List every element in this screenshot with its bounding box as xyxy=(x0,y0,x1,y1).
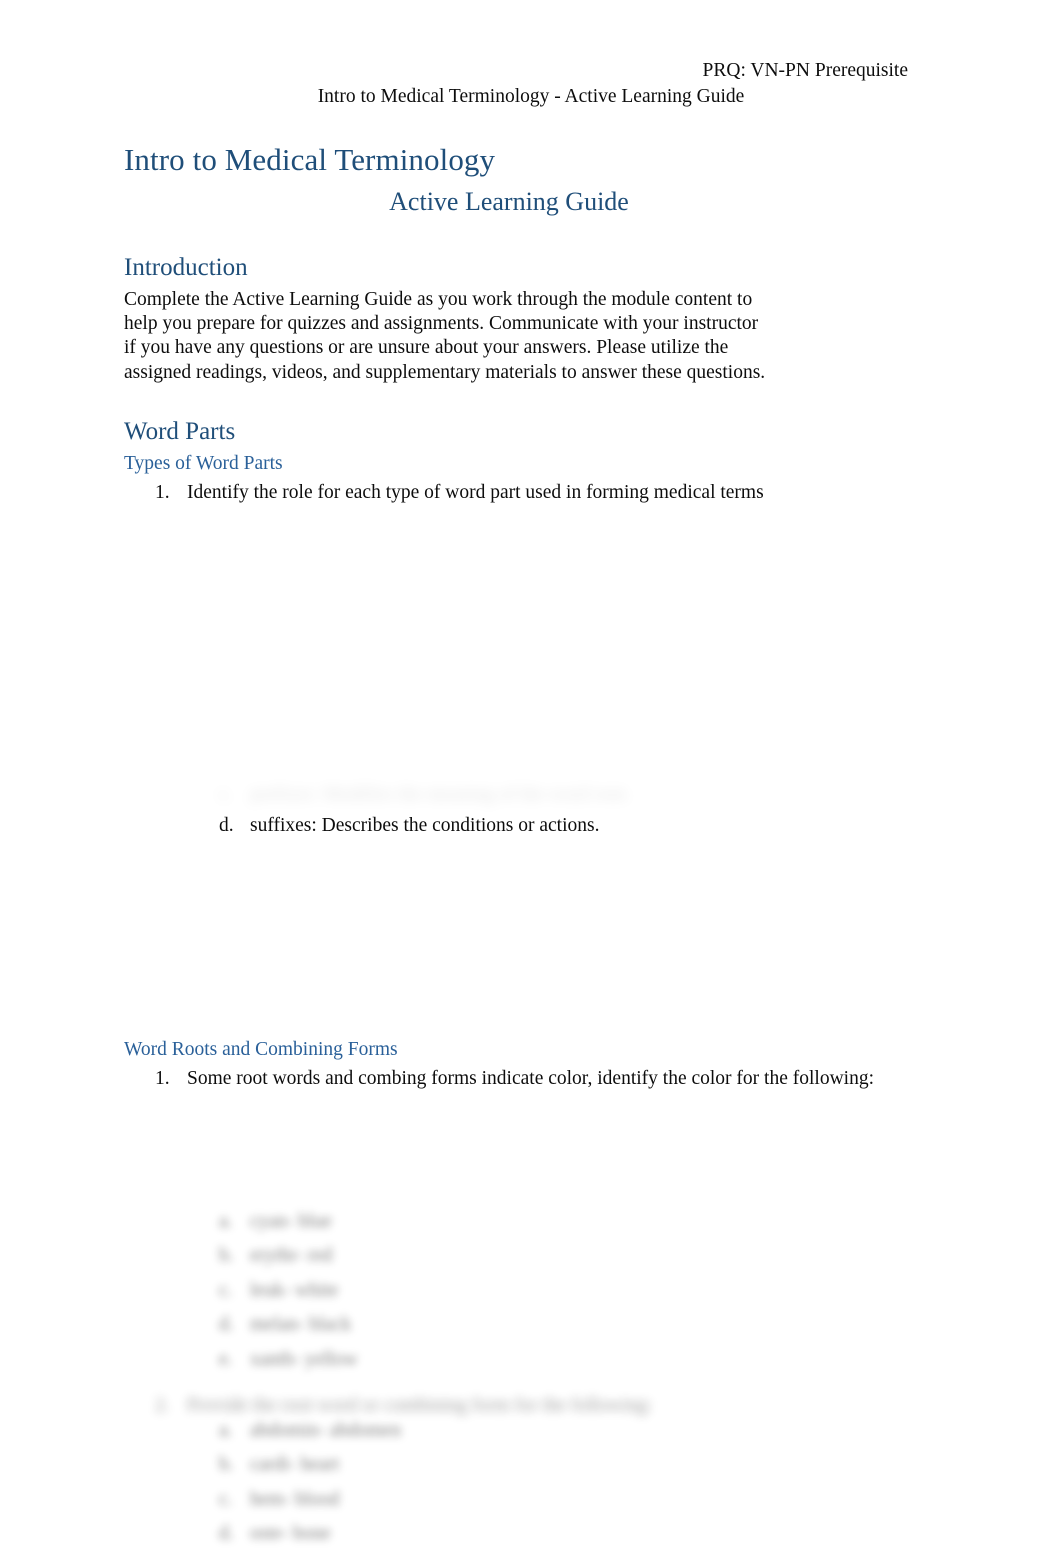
blurred-list-item: e. xanth- yellow xyxy=(124,1348,914,1373)
list-marker: b. xyxy=(219,1245,234,1267)
list-item-text: cyan- blue xyxy=(250,1210,332,1232)
section-heading-word-parts: Word Parts xyxy=(124,417,236,445)
list-marker: 1. xyxy=(155,1068,170,1090)
page-title: Intro to Medical Terminology xyxy=(124,142,496,177)
list-item-text: hem- blood xyxy=(250,1488,340,1510)
header-document-title: Intro to Medical Terminology - Active Le… xyxy=(317,86,745,107)
list-marker: b. xyxy=(219,1454,234,1476)
list-marker: c. xyxy=(219,784,233,806)
list-item-text: erythr- red xyxy=(250,1245,333,1267)
list-item: 1. Identify the role for each type of wo… xyxy=(124,481,914,506)
document-body: Intro to Medical Terminology Active Lear… xyxy=(124,140,914,1547)
subsection-heading-word-roots: Word Roots and Combining Forms xyxy=(124,1039,398,1061)
document-page: PRQ: VN-PN Prerequisite Intro to Medical… xyxy=(0,0,1062,1561)
list-item: 1. Some root words and combing forms ind… xyxy=(124,1067,914,1092)
list-item-text: abdomin- abdomen xyxy=(250,1419,402,1441)
redacted-region-word-parts-trailing xyxy=(124,838,914,1036)
list-item-text: melan- black xyxy=(250,1314,352,1336)
document-running-header: PRQ: VN-PN Prerequisite Intro to Medical… xyxy=(0,58,1062,110)
blurred-list-item: d. melan- black xyxy=(124,1313,914,1338)
header-course-code: PRQ: VN-PN Prerequisite xyxy=(702,60,908,81)
section-heading-introduction: Introduction xyxy=(124,254,248,281)
list-marker: 2. xyxy=(155,1395,170,1417)
list-marker: d. xyxy=(219,814,234,836)
list-marker: d. xyxy=(219,1314,234,1336)
blurred-list-item: c. hem- blood xyxy=(124,1488,914,1513)
page-subtitle: Active Learning Guide xyxy=(389,187,629,216)
list-marker: a. xyxy=(219,1419,233,1441)
list-marker: a. xyxy=(219,1210,233,1232)
blurred-list-item: d. oste- bone xyxy=(124,1522,914,1547)
list-item-text: Some root words and combing forms indica… xyxy=(187,1068,874,1090)
list-item-text: oste- bone xyxy=(250,1523,331,1545)
introduction-paragraph: Complete the Active Learning Guide as yo… xyxy=(124,289,766,383)
blurred-list-item: b. cardi- heart xyxy=(124,1453,914,1478)
list-item-text: leuk- white xyxy=(250,1279,339,1301)
list-item-text: prefixes: Modifies the meaning of the wo… xyxy=(250,784,631,806)
list-item-text: cardi- heart xyxy=(250,1454,340,1476)
list-item: d. suffixes: Describes the conditions or… xyxy=(124,814,914,839)
blurred-list-item: 2. Provide the root word or combining fo… xyxy=(124,1394,914,1419)
list-item-text: Identify the role for each type of word … xyxy=(187,481,764,503)
list-marker: c. xyxy=(219,1488,233,1510)
blurred-list-item: c. leuk- white xyxy=(124,1279,914,1304)
blurred-list-item: c. prefixes: Modifies the meaning of the… xyxy=(124,783,914,808)
blurred-list-group-roots: a. abdomin- abdomen b. cardi- heart c. hem- b… xyxy=(124,1419,914,1547)
redacted-region-word-parts xyxy=(124,505,914,783)
list-item-text: xanth- yellow xyxy=(250,1348,358,1370)
subsection-heading-types-of-word-parts: Types of Word Parts xyxy=(124,452,283,474)
blurred-list-item: b. erythr- red xyxy=(124,1244,914,1269)
blurred-list-item: a. abdomin- abdomen xyxy=(124,1419,914,1444)
list-marker: d. xyxy=(219,1523,234,1545)
list-marker: 1. xyxy=(155,481,170,503)
list-marker: c. xyxy=(219,1279,233,1301)
redacted-region-word-roots xyxy=(124,1092,914,1210)
list-item-text: suffixes: Describes the conditions or ac… xyxy=(250,814,600,836)
list-marker: e. xyxy=(219,1348,233,1370)
list-item-text: Provide the root word or combining form … xyxy=(187,1395,653,1417)
blurred-list-group-colors: a. cyan- blue b. erythr- red c. leuk- white d.… xyxy=(124,1210,914,1373)
blurred-list-item: a. cyan- blue xyxy=(124,1210,914,1235)
